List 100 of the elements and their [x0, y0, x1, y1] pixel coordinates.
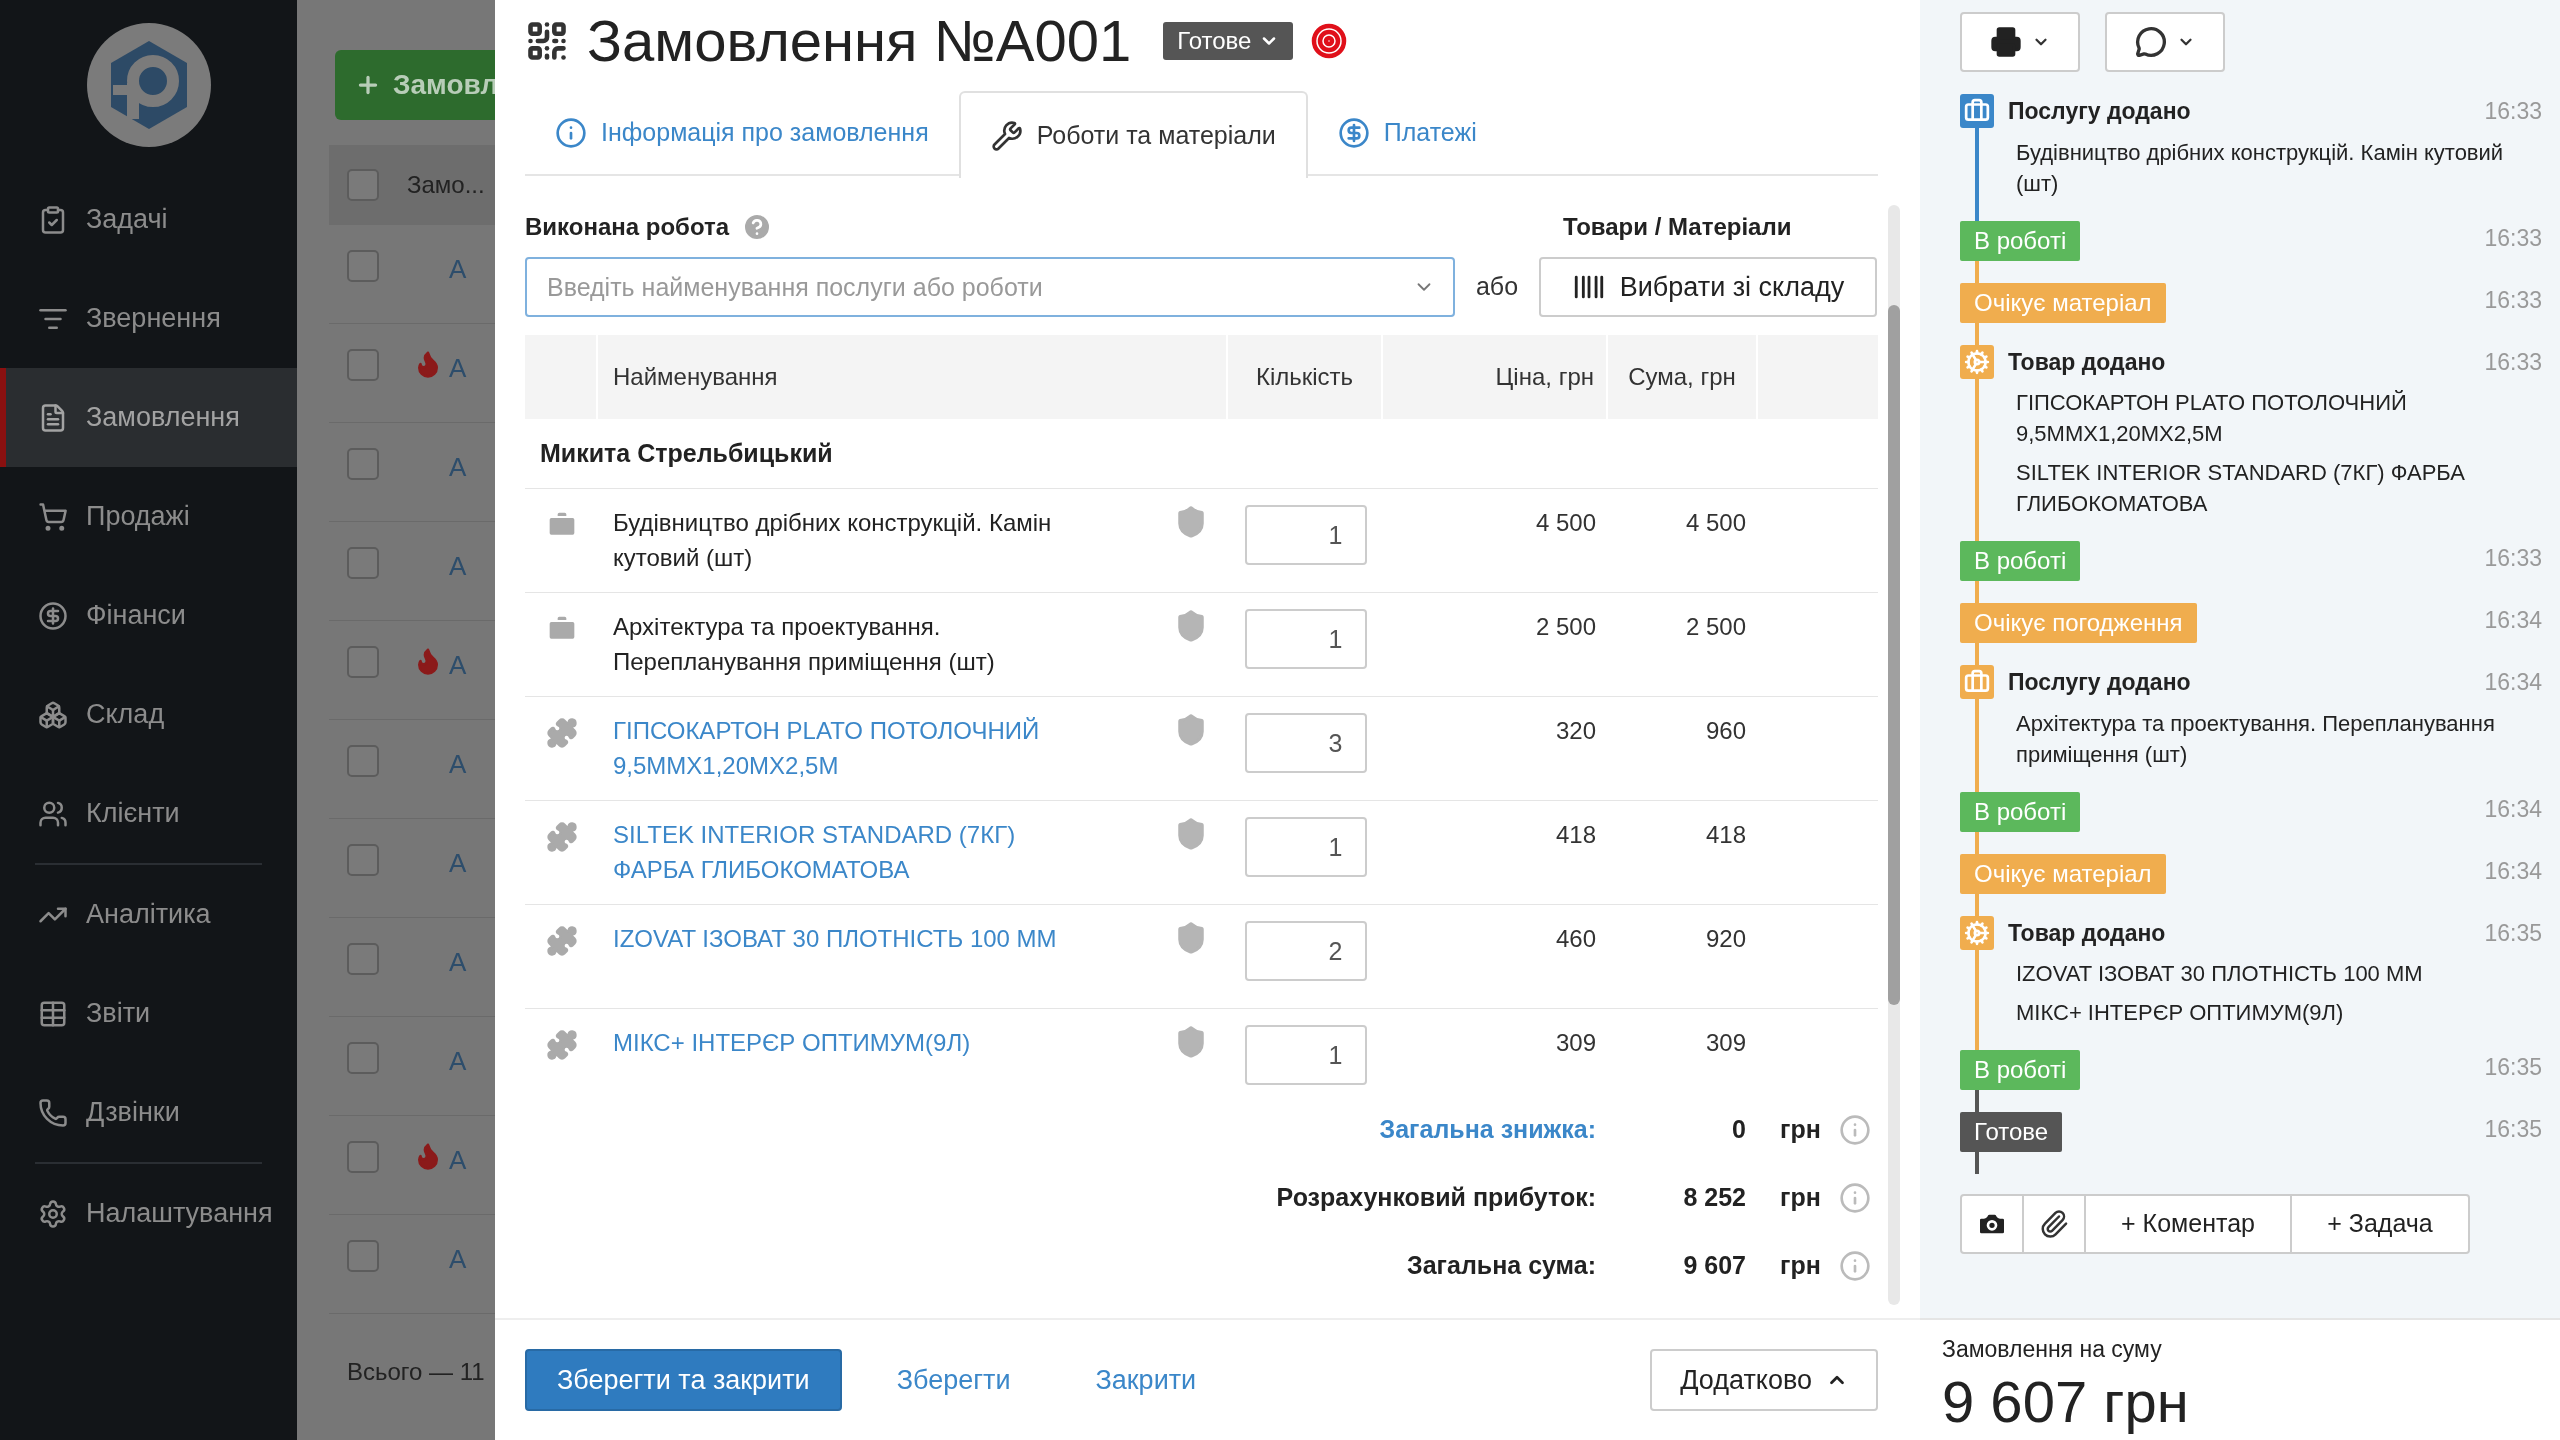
sidebar-item[interactable]: Звернення	[0, 269, 297, 368]
dollar-icon	[38, 600, 68, 631]
sidebar-item[interactable]: Клієнти	[0, 764, 297, 863]
more-dropdown[interactable]: Додатково	[1650, 1349, 1878, 1411]
service-name: Будівництво дрібних конструкцій. Камін кутовий (шт)	[613, 508, 1053, 573]
checkbox[interactable]	[347, 745, 379, 777]
event-title: Послугу додано	[2008, 668, 2191, 697]
event-detail: Будівництво дрібних конструкцій. Камін кутовий (шт)	[2016, 138, 2505, 198]
sidebar-item[interactable]: Аналітика	[0, 865, 297, 964]
total-label[interactable]: Загальна знижка:	[1379, 1115, 1596, 1144]
product-link[interactable]: IZOVAT ІЗОВАТ 30 ПЛОТНІСТЬ 100 ММ	[613, 921, 1093, 956]
product-link[interactable]: МІКС+ ІНТЕРЄР ОПТИМУМ(9Л)	[613, 1025, 1093, 1060]
event-title: Товар додано	[2008, 918, 2166, 948]
event-detail: ГІПСОКАРТОН PLATO ПОТОЛОЧНИЙ 9,5ММХ1,20МХ2,5М	[2016, 389, 2408, 448]
sum-cell: 309	[1705, 1029, 1746, 1056]
checkbox[interactable]	[347, 844, 379, 876]
event-time: 16:33	[2484, 347, 2542, 377]
save-link[interactable]: Зберегти	[896, 1359, 1011, 1401]
sidebar-item[interactable]: Налаштування	[0, 1164, 297, 1263]
info-icon	[555, 116, 587, 149]
price-cell: 2 500	[1535, 613, 1596, 640]
quantity-field[interactable]: 3	[1244, 713, 1367, 773]
product-link[interactable]: ГІПСОКАРТОН PLATO ПОТОЛОЧНИЙ 9,5ММХ1,20МХ2,5М	[613, 713, 1093, 783]
sidebar-item[interactable]: Звіти	[0, 964, 297, 1063]
checkbox[interactable]	[347, 1240, 379, 1272]
printer-icon	[1990, 26, 2022, 58]
currency-label: грн	[1780, 1182, 1821, 1214]
price-cell: 460	[1555, 925, 1596, 952]
comment-dropdown[interactable]	[2105, 12, 2225, 72]
select-from-stock-button[interactable]: Вибрати зі складу	[1539, 257, 1877, 317]
price-cell: 309	[1555, 1029, 1596, 1056]
status-dropdown[interactable]: Готове	[1163, 22, 1294, 60]
sum-cell: 4 500	[1685, 509, 1746, 536]
info-icon[interactable]	[1838, 1114, 1871, 1146]
event-detail: SILTEK INTERIOR STANDARD (7КГ) ФАРБА ГЛИБОКОМАТОВА	[2016, 459, 2466, 518]
currency-label: грн	[1780, 1114, 1821, 1146]
sidebar-item[interactable]: Дзвінки	[0, 1063, 297, 1162]
sum-cell: 418	[1705, 821, 1746, 848]
quantity-field[interactable]: 1	[1244, 505, 1367, 565]
checkbox[interactable]	[347, 1042, 379, 1074]
tab[interactable]: Інформація про замовлення	[525, 91, 959, 174]
status-badge: В роботі	[1960, 1050, 2081, 1090]
speech-bubble-icon	[2135, 26, 2167, 58]
quantity-field[interactable]: 2	[1244, 921, 1367, 981]
service-search-field[interactable]: Введіть найменування послуги або роботи	[525, 257, 1455, 317]
checkbox[interactable]	[347, 349, 379, 381]
status-badge: Очікує матеріал	[1960, 853, 2166, 894]
total-value: 0	[1732, 1115, 1746, 1144]
status-badge: В роботі	[1960, 220, 2081, 261]
sum-cell: 2 500	[1685, 613, 1746, 640]
tab[interactable]: Роботи та матеріали	[958, 91, 1308, 178]
event-time: 16:33	[2484, 97, 2542, 126]
column-header: Кількість	[1228, 335, 1383, 419]
price-cell: 4 500	[1535, 509, 1596, 536]
checkbox[interactable]	[347, 547, 379, 579]
column-header: Сума, грн	[1608, 335, 1758, 419]
quantity-field[interactable]: 1	[1244, 609, 1367, 669]
sidebar-item[interactable]: Замовлення	[0, 368, 297, 467]
status-badge: В роботі	[1960, 541, 2081, 581]
event-time: 16:34	[2484, 668, 2542, 697]
target-icon[interactable]	[1311, 23, 1348, 59]
qr-code-icon[interactable]	[525, 19, 569, 63]
quantity-field[interactable]: 1	[1244, 1025, 1367, 1085]
status-badge: Очікує матеріал	[1960, 282, 2166, 323]
scrollbar-thumb[interactable]	[1888, 305, 1900, 1005]
add-task-button[interactable]: + Задача	[2292, 1196, 2468, 1252]
event-time: 16:34	[2484, 856, 2542, 886]
puzzle-icon	[545, 821, 578, 853]
dollar-icon	[1337, 116, 1370, 149]
event-detail: МІКС+ ІНТЕРЄР ОПТИМУМ(9Л)	[2016, 999, 2345, 1027]
event-title: Послугу додано	[2008, 97, 2191, 126]
checkbox[interactable]	[347, 448, 379, 480]
event-detail: IZOVAT ІЗОВАТ 30 ПЛОТНІСТЬ 100 ММ	[2016, 960, 2424, 988]
checkbox[interactable]	[347, 250, 379, 282]
event-time: 16:35	[2484, 1115, 2542, 1144]
info-icon[interactable]	[1838, 1182, 1871, 1214]
info-icon[interactable]	[1838, 1250, 1871, 1282]
total-value: 9 607	[1683, 1251, 1746, 1280]
tab[interactable]: Платежі	[1307, 91, 1507, 174]
order-title: Замовлення №A001	[587, 12, 1132, 70]
checkbox[interactable]	[347, 646, 379, 678]
sidebar-item[interactable]: Задачі	[0, 170, 297, 269]
checkbox[interactable]	[347, 1141, 379, 1173]
sidebar-item[interactable]: Фінанси	[0, 566, 297, 665]
save-and-close-button[interactable]: Зберегти та закрити	[525, 1349, 842, 1411]
column-header: Ціна, грн	[1383, 335, 1608, 419]
checkbox[interactable]	[347, 943, 379, 975]
close-link[interactable]: Закрити	[1095, 1359, 1197, 1401]
status-badge: Готове	[1960, 1112, 2063, 1152]
total-count: Всього — 11	[347, 1357, 486, 1387]
sidebar-item[interactable]: Склад	[0, 665, 297, 764]
add-comment-button[interactable]: + Коментар	[2086, 1196, 2292, 1252]
checkbox[interactable]	[347, 169, 379, 201]
sidebar-item[interactable]: Продажі	[0, 467, 297, 566]
total-label: Розрахунковий прибуток:	[1276, 1183, 1596, 1212]
quantity-field[interactable]: 1	[1244, 817, 1367, 877]
total-value: 8 252	[1683, 1183, 1746, 1212]
total-label: Загальна сума:	[1407, 1251, 1596, 1280]
product-link[interactable]: SILTEK INTERIOR STANDARD (7КГ) ФАРБА ГЛИБОКОМАТОВА	[613, 817, 1093, 887]
print-dropdown[interactable]	[1960, 12, 2080, 72]
